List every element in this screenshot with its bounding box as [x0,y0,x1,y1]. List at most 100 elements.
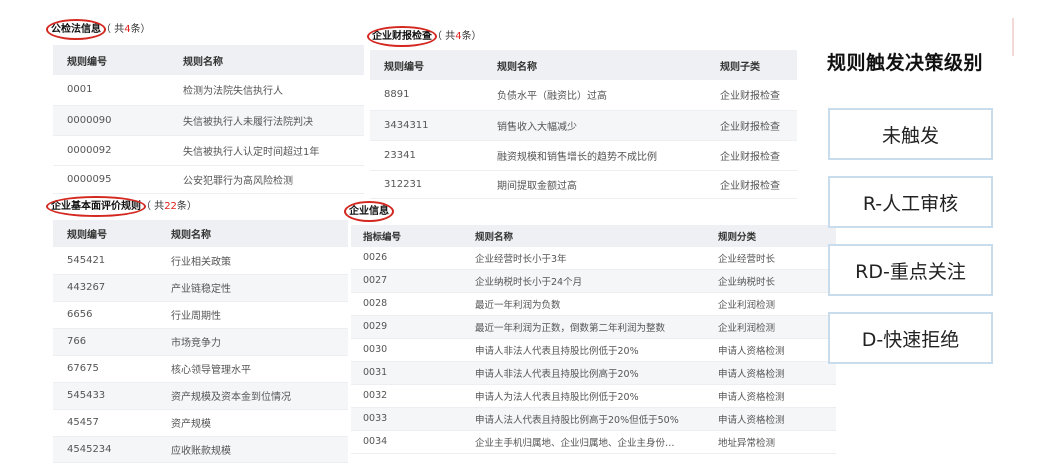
table-cell: 0027 [351,269,463,293]
company-panel-title: 企业信息 [349,202,389,217]
table-cell: 0034 [351,430,463,454]
table-row[interactable]: 443267 产业链稳定性 [53,274,348,302]
table-row[interactable]: 312231 期间提取金额过高 企业财报检查 [370,170,797,199]
table-row[interactable]: 0033 申请人法人代表且持股比例高于20%但低于50% 申请人资格检测 [351,407,836,431]
table-row[interactable]: 8891 负债水平（融资比）过高 企业财报检查 [370,80,797,111]
table-cell: 地址异常检测 [706,430,836,454]
table-cell: 企业财报检查 [706,170,797,199]
table-row[interactable]: 0000090 失信被执行人未履行法院判决 [53,105,364,136]
level-box-focus: RD-重点关注 [828,244,993,296]
table-cell: 公安犯罪行为高风险检测 [169,165,364,194]
table-row[interactable]: 0032 申请人为法人代表且持股比例低于20% 申请人资格检测 [351,384,836,408]
table-cell: 8891 [370,80,483,111]
table-cell: 企业经营时长 [706,247,836,270]
table-cell: 融资规模和销售增长的趋势不成比例 [483,140,706,171]
table-row[interactable]: 4545234 应收账款规模 [53,436,348,463]
table-cell: 45457 [53,409,157,437]
table-cell: 资产规模及资本金到位情况 [157,382,348,410]
table-cell: 销售收入大幅减少 [483,110,706,141]
table-cell: 4545234 [53,436,157,463]
table-cell: 312231 [370,170,483,199]
table-cell: 申请人资格检测 [706,407,836,431]
table-row[interactable]: 0000095 公安犯罪行为高风险检测 [53,165,364,194]
table-row[interactable]: 545433 资产规模及资本金到位情况 [53,382,348,410]
table-cell: 3434311 [370,110,483,141]
table-row[interactable]: 0034 企业主手机归属地、企业归属地、企业主身份… 地址异常检测 [351,430,836,454]
table-cell: 企业经营时长小于3年 [463,247,706,270]
table-row[interactable]: 23341 融资规模和销售增长的趋势不成比例 企业财报检查 [370,140,797,171]
table-row[interactable]: 45457 资产规模 [53,409,348,437]
col-indicator-id: 指标编号 [351,225,463,247]
table-cell: 资产规模 [157,409,348,437]
table-row[interactable]: 67675 核心领导管理水平 [53,355,348,383]
table-cell: 申请人非法人代表且持股比例低于20% [463,338,706,362]
table-cell: 企业纳税时长 [706,269,836,293]
table-row[interactable]: 0028 最近一年利润为负数 企业利润检测 [351,292,836,316]
table-row[interactable]: 545421 行业相关政策 [53,247,348,275]
table-cell: 23341 [370,140,483,171]
court-panel-title: 公检法信息（ 共4条） [51,24,151,35]
court-rules-table: 规则编号 规则名称 0001 检测为法院失信执行人 0000090 失信被执行人未履… [53,45,364,194]
table-cell: 产业链稳定性 [157,274,348,302]
finance-rules-table: 规则编号 规则名称 规则子类 8891 负债水平（融资比）过高 企业财报检查 343… [370,50,797,199]
table-cell: 0000095 [53,165,169,194]
company-rules-table: 指标编号 规则名称 规则分类 0026 企业经营时长小于3年 企业经营时长 0027… [351,225,836,454]
col-rule-name: 规则名称 [157,220,348,247]
table-cell: 失信被执行人未履行法院判决 [169,105,364,136]
table-cell: 0001 [53,75,169,106]
table-row[interactable]: 766 市场竞争力 [53,328,348,356]
table-cell: 企业财报检查 [706,80,797,111]
table-row[interactable]: 3434311 销售收入大幅减少 企业财报检查 [370,110,797,141]
table-row[interactable]: 6656 行业周期性 [53,301,348,329]
table-cell: 核心领导管理水平 [157,355,348,383]
table-cell: 企业利润检测 [706,292,836,316]
company-title: 企业信息 [349,206,389,217]
table-cell: 应收账款规模 [157,436,348,463]
col-rule-subclass: 规则子类 [706,50,797,80]
table-cell: 申请人法人代表且持股比例高于20%但低于50% [463,407,706,431]
table-cell: 申请人为法人代表且持股比例低于20% [463,384,706,408]
table-row[interactable]: 0001 检测为法院失信执行人 [53,75,364,106]
col-rule-id: 规则编号 [370,50,483,80]
table-cell: 检测为法院失信执行人 [169,75,364,106]
table-cell: 负债水平（融资比）过高 [483,80,706,111]
table-cell: 申请人非法人代表且持股比例高于20% [463,361,706,385]
col-rule-name: 规则名称 [169,45,364,75]
table-cell: 0032 [351,384,463,408]
level-box-reject: D-快速拒绝 [828,312,993,364]
table-cell: 失信被执行人认定时间超过1年 [169,135,364,166]
level-box-none: 未触发 [828,108,993,160]
edge-accent-line [1012,18,1014,56]
finance-title: 企业财报检查 [372,31,432,42]
table-row[interactable]: 0000092 失信被执行人认定时间超过1年 [53,135,364,166]
table-row[interactable]: 0031 申请人非法人代表且持股比例高于20% 申请人资格检测 [351,361,836,385]
table-cell: 67675 [53,355,157,383]
table-cell: 545421 [53,247,157,275]
finance-panel-title: 企业财报检查（ 共4条） [372,31,482,42]
table-cell: 0000090 [53,105,169,136]
table-cell: 期间提取金额过高 [483,170,706,199]
table-row[interactable]: 0027 企业纳税时长小于24个月 企业纳税时长 [351,269,836,293]
court-title: 公检法信息 [51,24,101,35]
table-cell: 766 [53,328,157,356]
col-rule-id: 规则编号 [53,45,169,75]
basic-title: 企业基本面评价规则 [51,201,141,212]
table-row[interactable]: 0030 申请人非法人代表且持股比例低于20% 申请人资格检测 [351,338,836,362]
table-cell: 0000092 [53,135,169,166]
table-cell: 申请人资格检测 [706,361,836,385]
table-cell: 6656 [53,301,157,329]
level-box-manual-review: R-人工审核 [828,176,993,228]
table-cell: 申请人资格检测 [706,384,836,408]
table-row[interactable]: 0026 企业经营时长小于3年 企业经营时长 [351,247,836,270]
col-rule-id: 规则编号 [53,220,157,247]
table-cell: 443267 [53,274,157,302]
table-cell: 行业相关政策 [157,247,348,275]
table-cell: 545433 [53,382,157,410]
table-cell: 企业纳税时长小于24个月 [463,269,706,293]
table-cell: 企业利润检测 [706,315,836,339]
table-cell: 0033 [351,407,463,431]
table-cell: 申请人资格检测 [706,338,836,362]
basic-count: 22 [164,201,177,212]
table-row[interactable]: 0029 最近一年利润为正数，倒数第二年利润为整数 企业利润检测 [351,315,836,339]
table-cell: 行业周期性 [157,301,348,329]
